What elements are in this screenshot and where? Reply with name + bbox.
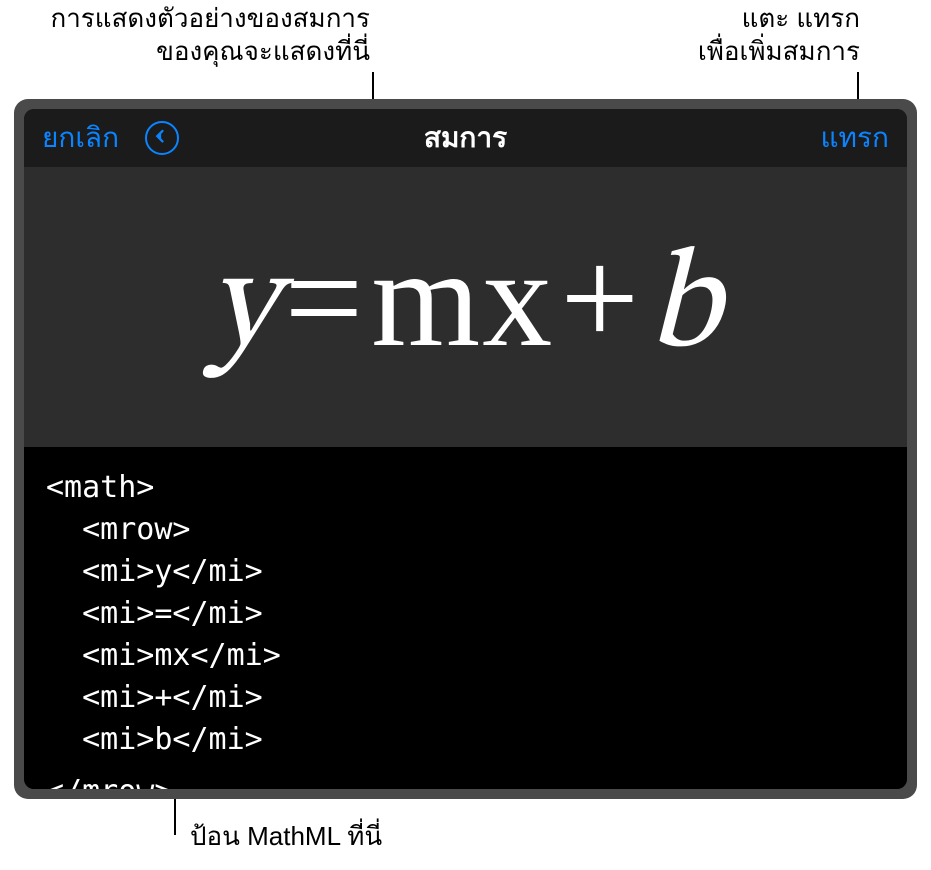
callout-text: การแสดงตัวอย่างของสมการของคุณจะแสดงที่นี… — [50, 3, 370, 66]
insert-button[interactable]: แทรก — [821, 116, 890, 160]
callout-insert-label: แตะ แทรกเพื่อเพิ่มสมการ — [660, 2, 860, 67]
callout-preview-label: การแสดงตัวอย่างของสมการของคุณจะแสดงที่นี… — [40, 2, 370, 67]
eq-var-y: y — [209, 239, 279, 379]
eq-mx: mx — [371, 221, 554, 376]
cancel-button[interactable]: ยกเลิก — [42, 116, 119, 160]
eq-equals: = — [278, 221, 371, 376]
callout-input-label: ป้อน MathML ที่นี่ — [190, 820, 590, 853]
equation-preview: y=mx+b — [24, 167, 907, 447]
eq-var-b: b — [647, 239, 722, 379]
eq-plus: + — [554, 221, 647, 376]
equation-rendered: y=mx+b — [209, 218, 723, 397]
equation-dialog-frame: ยกเลิก สมการ แทรก y=mx+b <math> <mrow> <… — [14, 99, 917, 799]
mathml-input[interactable]: <math> <mrow> <mi>y</mi> <mi>=</mi> <mi>… — [24, 447, 907, 789]
mathml-code-overflow: </mrow> — [46, 783, 172, 789]
toolbar: ยกเลิก สมการ แทรก — [24, 109, 907, 167]
undo-icon — [152, 128, 172, 148]
equation-dialog: ยกเลิก สมการ แทรก y=mx+b <math> <mrow> <… — [24, 109, 907, 789]
dialog-title: สมการ — [424, 116, 507, 160]
callout-text: แตะ แทรกเพื่อเพิ่มสมการ — [698, 3, 860, 66]
undo-button[interactable] — [145, 121, 179, 155]
mathml-code[interactable]: <math> <mrow> <mi>y</mi> <mi>=</mi> <mi>… — [46, 467, 885, 761]
callout-text: ป้อน MathML ที่นี่ — [190, 821, 382, 851]
